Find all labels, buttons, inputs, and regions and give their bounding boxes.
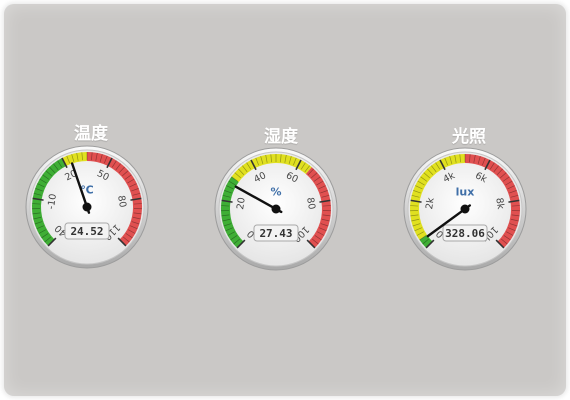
temperature-title: 温度 (74, 124, 108, 144)
humidity-gauge: 02040 6080100%27.43 (214, 147, 338, 271)
light-unit-label: lux (456, 186, 475, 199)
light-needle-hub (460, 204, 470, 214)
light-gauge: 02k4k 6k8k10klux328.06 (403, 147, 527, 271)
temperature-value-readout: 24.52 (70, 225, 103, 238)
light-title: 光照 (452, 127, 486, 147)
temperature-tick-label: 80 (115, 195, 128, 209)
light-value-readout: 328.06 (445, 227, 485, 240)
light-tick-label: 2k (424, 196, 437, 210)
humidity-value-readout: 27.43 (259, 227, 292, 240)
light-tick-label: 8k (493, 197, 506, 211)
humidity-unit-label: % (270, 186, 281, 199)
humidity-title: 湿度 (264, 127, 298, 147)
humidity-tick-label: 80 (304, 197, 317, 211)
temperature-gauge: -40-1020 5080110℃24.52 (25, 145, 149, 269)
humidity-tick-label: 20 (235, 197, 248, 211)
temperature-needle-hub (82, 202, 92, 212)
humidity-needle-hub (271, 204, 281, 214)
